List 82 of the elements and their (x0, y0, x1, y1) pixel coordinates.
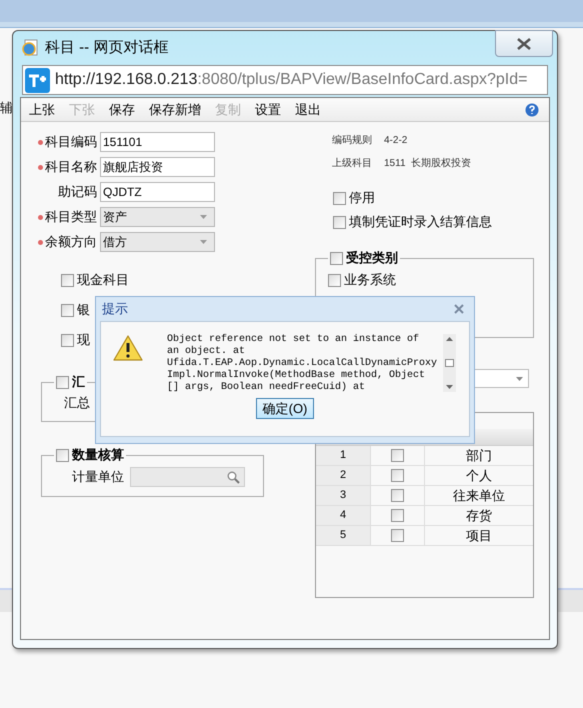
checkbox[interactable] (391, 489, 404, 502)
info-value: 1511 长期股权投资 (384, 157, 472, 170)
toolbar-button[interactable]: 保存新增 (149, 100, 201, 120)
background-text: 辅 (0, 99, 13, 117)
close-icon (516, 38, 532, 50)
input-field[interactable]: QJDTZ (100, 182, 215, 202)
info-value: 4-2-2 (384, 134, 408, 147)
table-cell: 5 (316, 526, 371, 545)
checkbox[interactable] (328, 274, 341, 286)
scroll-down-icon[interactable] (446, 385, 453, 389)
app-logo-icon (25, 68, 50, 92)
lookup-field[interactable] (130, 467, 245, 487)
checkbox[interactable] (330, 252, 343, 264)
error-message: Object reference not set to an instance of an object. at Ufida.T.EAP.Aop.Dynamic.LocalCallDynamicProxy Impl.NormalInvoke(MethodBase method, Object [] args, Boolean needFreeCuid) at (167, 334, 438, 394)
info-label: 编码规则 (332, 134, 372, 147)
required-icon (38, 164, 43, 170)
url-text: :8080/tplus/BAPView/BaseInfoCard.aspx?pId= (197, 71, 528, 88)
checkbox-label: 银 (77, 302, 90, 318)
field-label: 助记码 (58, 183, 97, 202)
select-field[interactable]: 借方 (100, 232, 215, 252)
table-cell-text: 存货 (465, 506, 493, 525)
table-cell-text: 项目 (465, 526, 493, 545)
input-field[interactable]: 旗舰店投资 (100, 157, 215, 177)
close-button[interactable] (495, 30, 553, 57)
ok-button[interactable]: 确定(O) (256, 398, 314, 419)
checkbox[interactable] (333, 216, 346, 228)
toolbar-button[interactable]: 保存 (109, 100, 135, 120)
field-label: 科目类型 (45, 208, 97, 226)
required-icon (38, 240, 43, 244)
dropdown-arrow-icon (200, 215, 207, 219)
table-cell: 1 (316, 446, 371, 465)
checkbox[interactable] (61, 334, 74, 346)
window-title: 科目 -- 网页对话框 (45, 38, 168, 58)
checkbox[interactable] (333, 192, 346, 204)
dropdown-arrow-icon (200, 240, 207, 244)
field-label: 科目编码 (45, 133, 97, 152)
checkbox[interactable] (391, 529, 404, 542)
checkbox[interactable] (61, 274, 74, 286)
checkbox[interactable] (56, 448, 69, 462)
checkbox-label: 停用 (349, 190, 375, 206)
checkbox[interactable] (56, 376, 69, 388)
dropdown-arrow-icon (516, 376, 523, 380)
checkbox-label: 汇 (72, 374, 85, 390)
field-label: 计量单位 (72, 468, 124, 486)
search-icon[interactable] (227, 470, 240, 484)
table-cell-text: 往来单位 (452, 486, 506, 505)
select-field[interactable]: 资产 (100, 207, 215, 227)
alert-title: 提示 (102, 300, 128, 318)
field-label: 科目名称 (45, 158, 97, 176)
checkbox-label: 业务系统 (344, 272, 396, 288)
help-icon[interactable] (525, 102, 539, 116)
field-label: 汇总 (64, 394, 90, 412)
scroll-up-icon[interactable] (446, 337, 453, 341)
checkbox-label: 现金科目 (77, 272, 129, 288)
required-icon (38, 214, 43, 220)
address-bar[interactable]: http://192.168.0.213:8080/tplus/BAPView/BaseInfoCard.aspx?pId= (22, 65, 548, 95)
toolbar-button[interactable]: 设置 (255, 100, 281, 120)
table-cell: 3 (316, 486, 371, 505)
field-label: 余额方向 (45, 233, 97, 252)
checkbox[interactable] (391, 449, 404, 462)
scroll-thumb-icon[interactable] (445, 359, 454, 367)
table-cell-text: 个人 (465, 466, 493, 485)
url-text: http://192.168.0.213 (55, 71, 198, 88)
table-cell: 4 (316, 506, 371, 525)
checkbox[interactable] (61, 304, 74, 316)
toolbar-button[interactable]: 上张 (29, 100, 55, 120)
checkbox-label: 现 (77, 332, 90, 348)
browser-icon (21, 39, 39, 57)
checkbox-label: 数量核算 (72, 447, 124, 463)
warning-icon (113, 335, 143, 361)
checkbox-label: 受控类别 (346, 250, 398, 266)
table-cell: 2 (316, 466, 371, 485)
input-field[interactable]: 151101 (100, 132, 215, 152)
checkbox[interactable] (391, 469, 404, 482)
required-icon (38, 140, 43, 144)
info-label: 上级科目 (332, 157, 372, 170)
checkbox[interactable] (391, 509, 404, 522)
checkbox-label: 填制凭证时录入结算信息 (349, 214, 492, 230)
scrollbar[interactable] (443, 334, 456, 392)
close-icon[interactable] (454, 304, 464, 314)
table-cell-text: 部门 (465, 446, 493, 465)
toolbar-button[interactable]: 退出 (295, 100, 321, 120)
